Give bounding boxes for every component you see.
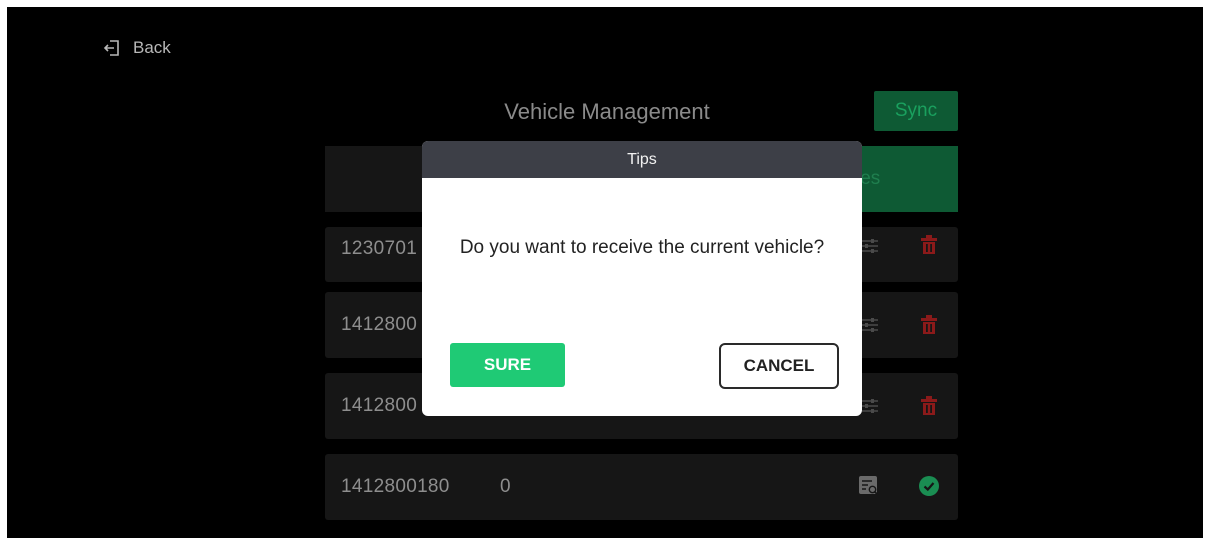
- exit-arrow-icon: [103, 40, 119, 56]
- back-label: Back: [133, 38, 171, 57]
- back-button[interactable]: Back: [103, 37, 171, 59]
- vehicle-id: 1230701: [341, 237, 418, 259]
- tab-vehicles[interactable]: les: [850, 146, 958, 212]
- confirm-dialog: Tips Do you want to receive the current …: [422, 141, 862, 416]
- vehicle-id: 1412800: [341, 395, 418, 416]
- trash-icon[interactable]: [921, 396, 937, 416]
- sliders-icon[interactable]: [861, 396, 879, 416]
- document-search-icon[interactable]: [859, 476, 879, 496]
- vehicle-row[interactable]: 1412800180 0: [325, 454, 958, 520]
- vehicle-id: 1412800: [341, 314, 418, 335]
- dialog-title: Tips: [422, 141, 862, 178]
- dialog-message: Do you want to receive the current vehic…: [459, 237, 825, 258]
- cancel-button[interactable]: CANCEL: [719, 343, 839, 389]
- sliders-icon[interactable]: [861, 315, 879, 335]
- vehicle-id: 1412800180: [341, 476, 450, 497]
- trash-icon[interactable]: [921, 315, 937, 335]
- app-screen: Back Vehicle Management Sync les 1230701…: [7, 7, 1203, 538]
- vehicle-number: 0: [500, 476, 511, 497]
- page-title: Vehicle Management: [504, 99, 710, 124]
- sliders-icon[interactable]: [861, 236, 879, 256]
- trash-icon[interactable]: [921, 235, 937, 255]
- sync-button[interactable]: Sync: [874, 91, 958, 131]
- sure-button[interactable]: SURE: [450, 343, 565, 387]
- check-circle-icon: [919, 476, 939, 496]
